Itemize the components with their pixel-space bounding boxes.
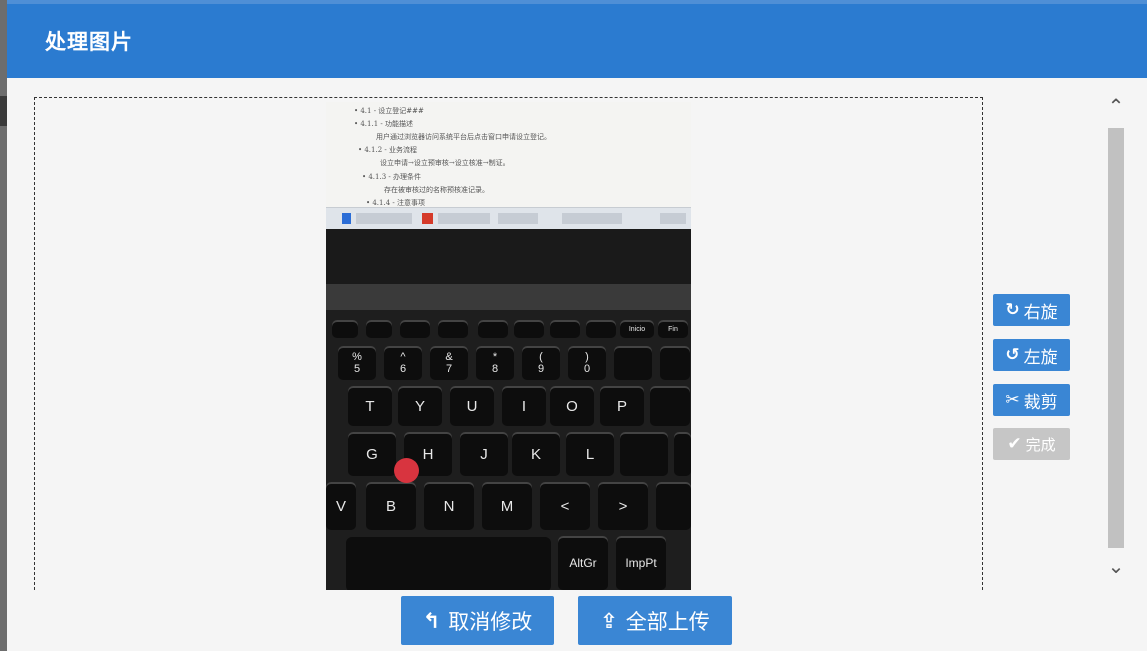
rotate-ccw-icon: ↺ xyxy=(1005,345,1020,365)
key-label: & 7 xyxy=(430,346,468,380)
crop-button[interactable]: ✂ 裁剪 xyxy=(993,384,1070,416)
key-label: G xyxy=(348,432,396,476)
doc-line: 用户通过浏览器访问系统平台后点击窗口申请设立登记。 xyxy=(376,133,551,141)
left-frame-edge xyxy=(0,0,7,651)
rotate-right-label: 右旋 xyxy=(1023,302,1058,323)
scroll-up-icon[interactable]: ⌃ xyxy=(1105,84,1127,128)
vertical-scrollbar[interactable]: ⌃ ⌄ xyxy=(1105,84,1127,588)
photo-laptop-hinge xyxy=(326,284,691,310)
key-label: J xyxy=(460,432,508,476)
key-label: AltGr xyxy=(558,536,608,590)
key-label: ImpPt xyxy=(616,536,666,590)
photo-screen-document: • 4.1 - 设立登记### • 4.1.1 - 功能描述 用户通过浏览器访问… xyxy=(326,102,691,207)
key-label: < xyxy=(540,482,590,530)
scissors-icon: ✂ xyxy=(1005,390,1020,410)
cancel-changes-button[interactable]: ↰ 取消修改 xyxy=(401,596,554,645)
crop-label: 裁剪 xyxy=(1023,392,1058,413)
key-label: K xyxy=(512,432,560,476)
key-label: V xyxy=(326,482,356,530)
cancel-changes-label: 取消修改 xyxy=(448,609,533,634)
key-label: M xyxy=(482,482,532,530)
upload-all-label: 全部上传 xyxy=(625,609,710,634)
key-label: ^ 6 xyxy=(384,346,422,380)
key-label: % 5 xyxy=(338,346,376,380)
key-label: * 8 xyxy=(476,346,514,380)
scroll-thumb[interactable] xyxy=(1108,128,1124,548)
key-label: Y xyxy=(398,386,442,426)
doc-line: • 4.1 - 设立登记### xyxy=(354,107,424,115)
key-label: I xyxy=(502,386,546,426)
uploaded-photo[interactable]: • 4.1 - 设立登记### • 4.1.1 - 功能描述 用户通过浏览器访问… xyxy=(326,102,691,590)
rotate-left-button[interactable]: ↺ 左旋 xyxy=(993,339,1070,371)
key-label: P xyxy=(600,386,644,426)
scroll-down-icon[interactable]: ⌄ xyxy=(1105,544,1127,588)
key-label: U xyxy=(450,386,494,426)
key-label: B xyxy=(366,482,416,530)
upload-all-button[interactable]: ⇪ 全部上传 xyxy=(578,596,732,645)
photo-keyboard: Inicio Fin % 5 ^ 6 & 7 * 8 ( 9 ) 0 T Y U… xyxy=(326,310,691,590)
key-label: > xyxy=(598,482,648,530)
undo-arrow-icon: ↰ xyxy=(422,608,441,633)
doc-line: 存在被审核过的名称预核准记录。 xyxy=(384,186,489,194)
photo-taskbar xyxy=(326,207,691,229)
dialog-titlebar: 处理图片 xyxy=(7,0,1147,78)
key-label: O xyxy=(550,386,594,426)
key-label: Fin xyxy=(658,320,688,338)
key-label: L xyxy=(566,432,614,476)
photo-laptop-bezel xyxy=(326,229,691,284)
doc-line: • 4.1.2 - 业务流程 xyxy=(358,146,417,154)
key-label: T xyxy=(348,386,392,426)
done-label: 完成 xyxy=(1025,435,1056,454)
rotate-right-button[interactable]: ↻ 右旋 xyxy=(993,294,1070,326)
key-label: Inicio xyxy=(620,320,654,338)
doc-line: • 4.1.1 - 功能描述 xyxy=(354,120,413,128)
doc-line: 设立申请→设立预审核→设立核准→制证。 xyxy=(380,159,510,167)
dialog-title: 处理图片 xyxy=(45,30,133,54)
key-label: N xyxy=(424,482,474,530)
image-editor-window: 处理图片 • 4.1 - 设立登记### • 4.1.1 - 功能描述 用户通过… xyxy=(0,0,1147,651)
key-label: ( 9 xyxy=(522,346,560,380)
doc-line: • 4.1.3 - 办理条件 xyxy=(362,173,421,181)
check-icon: ✔ xyxy=(1007,434,1022,454)
trackpoint xyxy=(394,458,419,483)
upload-icon: ⇪ xyxy=(600,608,618,633)
key-label: ) 0 xyxy=(568,346,606,380)
done-button[interactable]: ✔ 完成 xyxy=(993,428,1070,460)
rotate-left-label: 左旋 xyxy=(1023,347,1058,368)
rotate-cw-icon: ↻ xyxy=(1005,300,1020,320)
